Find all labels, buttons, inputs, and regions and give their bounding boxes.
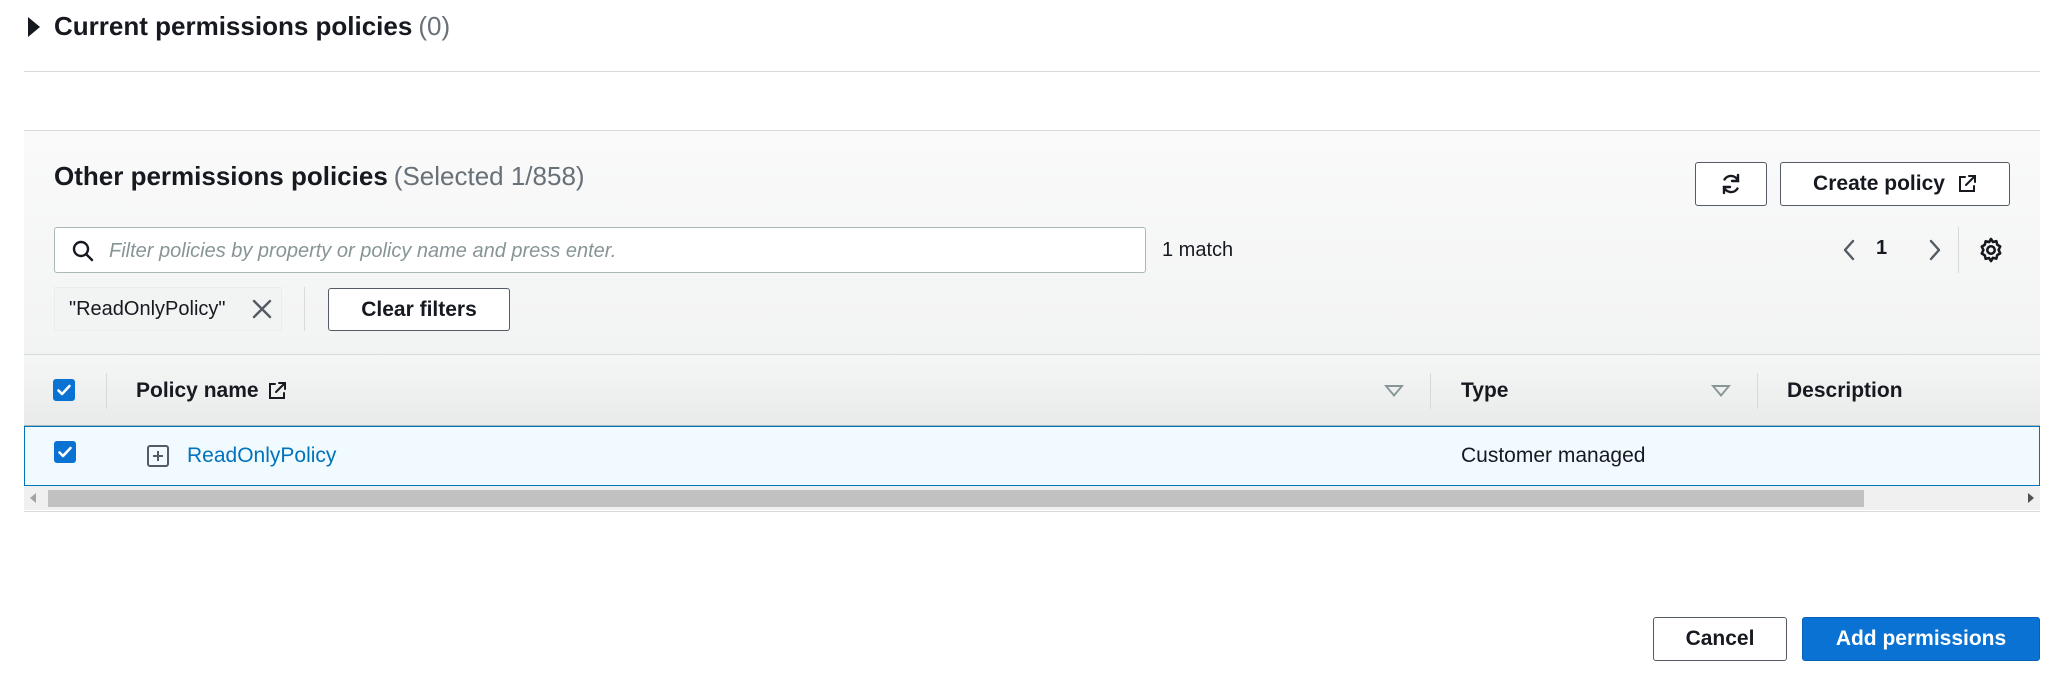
sort-descending-icon[interactable] bbox=[1711, 385, 1731, 397]
other-policies-panel: Other permissions policies (Selected 1/85… bbox=[24, 130, 2040, 512]
column-description[interactable]: Description bbox=[1787, 379, 1903, 403]
checkmark-icon bbox=[57, 384, 71, 396]
caret-right-icon[interactable] bbox=[28, 17, 40, 37]
search-icon bbox=[72, 240, 94, 262]
next-page-button[interactable] bbox=[1920, 233, 1950, 267]
filter-token: "ReadOnlyPolicy" bbox=[54, 287, 282, 331]
expand-plus-icon[interactable] bbox=[147, 445, 169, 467]
selected-count: (Selected 1/858) bbox=[393, 161, 585, 191]
search-input[interactable]: Filter policies by property or policy na… bbox=[54, 227, 1146, 273]
other-policies-title: Other permissions policies bbox=[54, 161, 388, 191]
gear-icon bbox=[1980, 237, 2002, 263]
sort-descending-icon[interactable] bbox=[1384, 385, 1404, 397]
filter-divider bbox=[304, 287, 305, 331]
current-policies-header[interactable]: Current permissions policies (0) bbox=[54, 11, 450, 42]
policy-name-link[interactable]: ReadOnlyPolicy bbox=[187, 444, 336, 468]
page-number[interactable]: 1 bbox=[1876, 237, 1887, 260]
filter-token-label: "ReadOnlyPolicy" bbox=[69, 298, 226, 320]
other-policies-heading: Other permissions policies (Selected 1/85… bbox=[54, 161, 585, 192]
add-permissions-button[interactable]: Add permissions bbox=[1802, 617, 2040, 661]
column-policy-name-label: Policy name bbox=[136, 379, 259, 402]
chevron-right-icon bbox=[1929, 239, 1941, 261]
search-placeholder: Filter policies by property or policy na… bbox=[109, 240, 617, 262]
column-type-label: Type bbox=[1461, 379, 1509, 402]
column-divider bbox=[1757, 373, 1758, 409]
column-description-label: Description bbox=[1787, 379, 1903, 402]
refresh-button[interactable] bbox=[1695, 162, 1767, 206]
previous-page-button[interactable] bbox=[1834, 233, 1864, 267]
external-link-icon bbox=[268, 382, 286, 399]
chevron-left-icon bbox=[1843, 239, 1855, 261]
current-policies-title: Current permissions policies bbox=[54, 11, 413, 41]
match-count: 1 match bbox=[1162, 239, 1234, 261]
scrollbar-thumb[interactable] bbox=[48, 490, 1864, 507]
table-row[interactable]: ReadOnlyPolicy Customer managed bbox=[24, 426, 2040, 486]
policy-type: Customer managed bbox=[1461, 444, 1646, 467]
external-link-icon bbox=[1958, 175, 1976, 192]
row-checkbox[interactable] bbox=[54, 441, 76, 463]
panel-header: Other permissions policies (Selected 1/85… bbox=[24, 131, 2040, 355]
current-policies-count: (0) bbox=[418, 11, 451, 41]
cancel-button[interactable]: Cancel bbox=[1653, 617, 1787, 661]
scroll-right-arrow-icon[interactable] bbox=[2028, 493, 2034, 503]
close-icon[interactable] bbox=[251, 298, 273, 320]
column-divider bbox=[106, 373, 107, 409]
table-header: Policy name Type Description bbox=[24, 354, 2040, 426]
column-policy-name[interactable]: Policy name bbox=[136, 379, 287, 403]
scroll-left-arrow-icon[interactable] bbox=[30, 493, 36, 503]
create-policy-label: Create policy bbox=[1813, 172, 1945, 195]
create-policy-button[interactable]: Create policy bbox=[1780, 162, 2010, 206]
column-type[interactable]: Type bbox=[1461, 379, 1508, 403]
preferences-button[interactable] bbox=[1976, 235, 2006, 265]
clear-filters-button[interactable]: Clear filters bbox=[328, 288, 510, 331]
column-divider bbox=[1430, 373, 1431, 409]
horizontal-scrollbar[interactable] bbox=[24, 486, 2040, 510]
current-policies-section: Current permissions policies (0) bbox=[0, 0, 2059, 73]
checkmark-icon bbox=[58, 446, 72, 458]
divider bbox=[24, 71, 2040, 72]
refresh-icon bbox=[1722, 173, 1740, 195]
pagination-divider bbox=[1958, 227, 1959, 273]
select-all-checkbox[interactable] bbox=[53, 379, 75, 401]
